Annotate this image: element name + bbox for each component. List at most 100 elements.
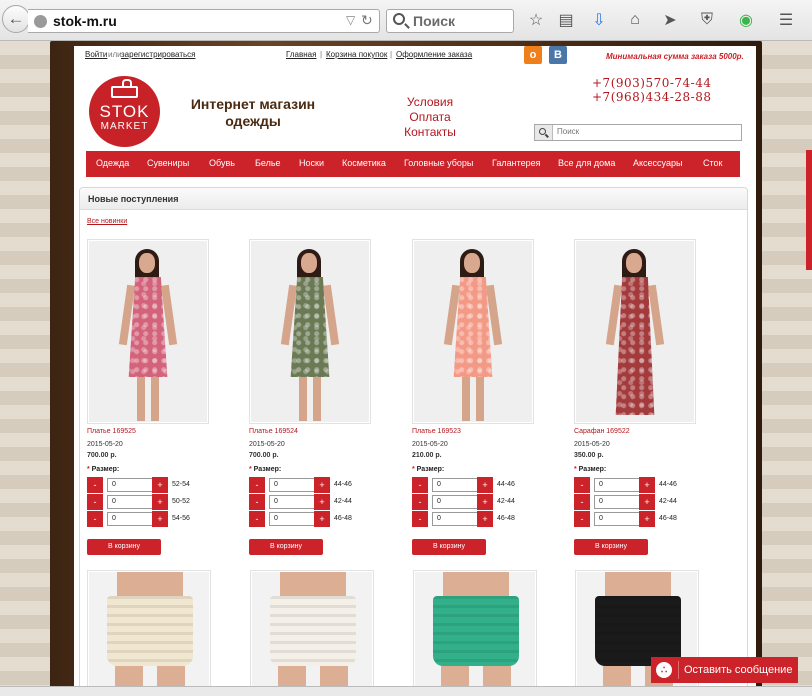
extension-icon[interactable]: ◉	[736, 10, 756, 30]
add-to-cart-button[interactable]: В корзину	[249, 539, 323, 555]
nav-stock[interactable]: Сток	[703, 158, 722, 168]
history-dropdown-icon[interactable]: ▽	[346, 13, 355, 27]
shield-icon[interactable]: ⛨	[697, 10, 717, 30]
nav-headwear[interactable]: Головные уборы	[404, 158, 473, 168]
nav-shoes[interactable]: Обувь	[209, 158, 235, 168]
qty-input[interactable]: 0	[107, 478, 157, 492]
qty-minus-button[interactable]: -	[87, 477, 103, 493]
qty-minus-button[interactable]: -	[87, 494, 103, 510]
product-name[interactable]: Платье 169525	[87, 428, 136, 435]
nav-haberdashery[interactable]: Галантерея	[492, 158, 541, 168]
login-link[interactable]: Войти	[85, 50, 107, 59]
qty-minus-button[interactable]: -	[412, 511, 428, 527]
qty-minus-button[interactable]: -	[412, 494, 428, 510]
qty-plus-button[interactable]: +	[477, 477, 493, 493]
ok-icon[interactable]: о	[524, 46, 542, 64]
back-arrow-icon[interactable]: ←	[2, 5, 30, 33]
site-search-input[interactable]	[557, 127, 737, 136]
download-icon[interactable]: ⇩	[589, 10, 609, 30]
share-icon[interactable]: ➤	[660, 10, 680, 30]
product-photo[interactable]	[87, 239, 209, 424]
qty-plus-button[interactable]: +	[639, 477, 655, 493]
qty-minus-button[interactable]: -	[249, 511, 265, 527]
qty-input[interactable]: 0	[594, 495, 644, 509]
product-photo[interactable]	[413, 570, 537, 696]
size-label-text: Размер:	[578, 466, 607, 473]
nav-clothes[interactable]: Одежда	[96, 158, 129, 168]
side-feedback-tab[interactable]	[806, 150, 812, 270]
product-image	[251, 241, 369, 422]
nav-cosmetics[interactable]: Косметика	[342, 158, 386, 168]
size-value: 42-44	[334, 498, 352, 505]
qty-minus-button[interactable]: -	[87, 511, 103, 527]
vk-icon[interactable]: B	[549, 46, 567, 64]
qty-plus-button[interactable]: +	[152, 477, 168, 493]
nav-accessories[interactable]: Аксессуары	[633, 158, 682, 168]
qty-plus-button[interactable]: +	[639, 494, 655, 510]
qty-minus-button[interactable]: -	[249, 477, 265, 493]
register-link[interactable]: зарегистрироваться	[121, 50, 195, 59]
reload-icon[interactable]: ↻	[361, 12, 373, 29]
checkout-link[interactable]: Оформление заказа	[396, 50, 472, 59]
qty-input[interactable]: 0	[269, 495, 319, 509]
qty-input[interactable]: 0	[594, 512, 644, 526]
nav-socks[interactable]: Носки	[299, 158, 324, 168]
product-name[interactable]: Сарафан 169522	[574, 428, 630, 435]
qty-minus-button[interactable]: -	[574, 477, 590, 493]
qty-input[interactable]: 0	[107, 512, 157, 526]
payment-link[interactable]: Оплата	[400, 110, 460, 124]
wallpaper-right	[762, 41, 812, 696]
cart-link[interactable]: Корзина покупок	[326, 50, 387, 59]
add-to-cart-button[interactable]: В корзину	[87, 539, 161, 555]
qty-minus-button[interactable]: -	[574, 511, 590, 527]
add-to-cart-button[interactable]: В корзину	[412, 539, 486, 555]
product-name[interactable]: Платье 169523	[412, 428, 461, 435]
size-label: * Размер:	[574, 466, 606, 473]
product-photo[interactable]	[249, 239, 371, 424]
qty-minus-button[interactable]: -	[574, 494, 590, 510]
site-search-field[interactable]	[534, 124, 742, 141]
qty-input[interactable]: 0	[594, 478, 644, 492]
terms-link[interactable]: Условия	[400, 95, 460, 109]
product-photo[interactable]	[574, 239, 696, 424]
qty-input[interactable]: 0	[269, 512, 319, 526]
home-icon[interactable]: ⌂	[625, 10, 645, 30]
qty-plus-button[interactable]: +	[314, 494, 330, 510]
qty-plus-button[interactable]: +	[152, 511, 168, 527]
contacts-link[interactable]: Контакты	[400, 125, 460, 139]
all-new-link[interactable]: Все новинки	[87, 218, 127, 225]
chat-widget[interactable]: ∴ Оставить сообщение	[651, 657, 798, 683]
size-value: 46-48	[497, 515, 515, 522]
shop-title: Интернет магазин одежды	[190, 96, 316, 129]
qty-plus-button[interactable]: +	[314, 477, 330, 493]
product-photo[interactable]	[412, 239, 534, 424]
nav-souvenirs[interactable]: Сувениры	[147, 158, 189, 168]
nav-home-goods[interactable]: Все для дома	[558, 158, 615, 168]
product-photo[interactable]	[87, 570, 211, 696]
qty-input[interactable]: 0	[432, 478, 482, 492]
hanger-icon	[111, 79, 138, 98]
qty-input[interactable]: 0	[432, 512, 482, 526]
browser-search-bar[interactable]: Поиск	[386, 9, 514, 33]
star-icon[interactable]: ☆	[526, 10, 546, 30]
qty-input[interactable]: 0	[432, 495, 482, 509]
qty-minus-button[interactable]: -	[412, 477, 428, 493]
site-search-button[interactable]	[535, 125, 553, 140]
add-to-cart-button[interactable]: В корзину	[574, 539, 648, 555]
product-name[interactable]: Платье 169524	[249, 428, 298, 435]
reading-list-icon[interactable]: ▤	[556, 10, 576, 30]
stok-market-logo[interactable]: STOK MARKET	[89, 76, 160, 147]
home-link[interactable]: Главная	[286, 50, 316, 59]
product-photo[interactable]	[250, 570, 374, 696]
qty-plus-button[interactable]: +	[477, 511, 493, 527]
qty-input[interactable]: 0	[107, 495, 157, 509]
qty-plus-button[interactable]: +	[477, 494, 493, 510]
menu-icon[interactable]: ☰	[776, 10, 796, 30]
nav-underwear[interactable]: Белье	[255, 158, 281, 168]
qty-plus-button[interactable]: +	[152, 494, 168, 510]
qty-plus-button[interactable]: +	[314, 511, 330, 527]
address-bar[interactable]: stok-m.ru ▽ ↻	[28, 9, 380, 33]
qty-input[interactable]: 0	[269, 478, 319, 492]
qty-minus-button[interactable]: -	[249, 494, 265, 510]
qty-plus-button[interactable]: +	[639, 511, 655, 527]
